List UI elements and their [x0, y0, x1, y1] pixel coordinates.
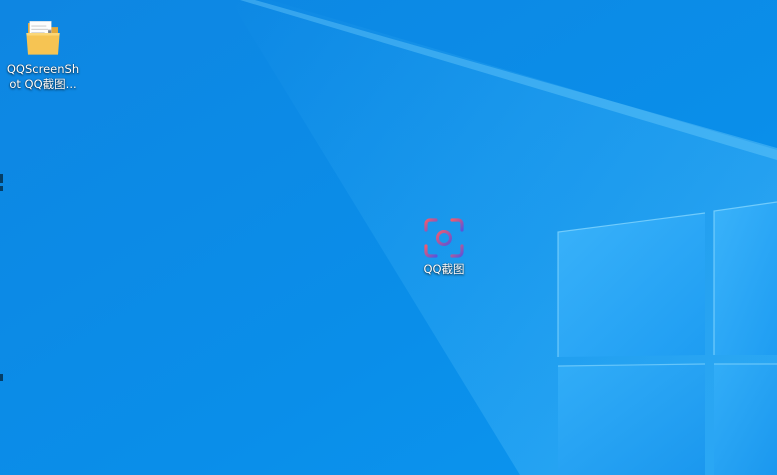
- qq-screenshot-app-icon: [424, 218, 464, 258]
- edge-artifact: [0, 374, 3, 381]
- desktop-icon-qqscreenshot-folder[interactable]: QQScreenSh ot QQ截图...: [2, 14, 84, 92]
- edge-artifact: [0, 186, 3, 191]
- desktop-icon-qq-screenshot[interactable]: QQ截图: [414, 214, 474, 277]
- desktop[interactable]: QQScreenSh ot QQ截图... QQ截图: [0, 0, 777, 475]
- folder-label-line1: QQScreenSh: [6, 62, 80, 76]
- folder-icon: [26, 21, 60, 55]
- folder-label-line2: ot QQ截图...: [9, 77, 77, 91]
- windows-wallpaper: [0, 0, 777, 475]
- qq-screenshot-label: QQ截图: [423, 262, 465, 276]
- edge-artifact: [0, 174, 3, 183]
